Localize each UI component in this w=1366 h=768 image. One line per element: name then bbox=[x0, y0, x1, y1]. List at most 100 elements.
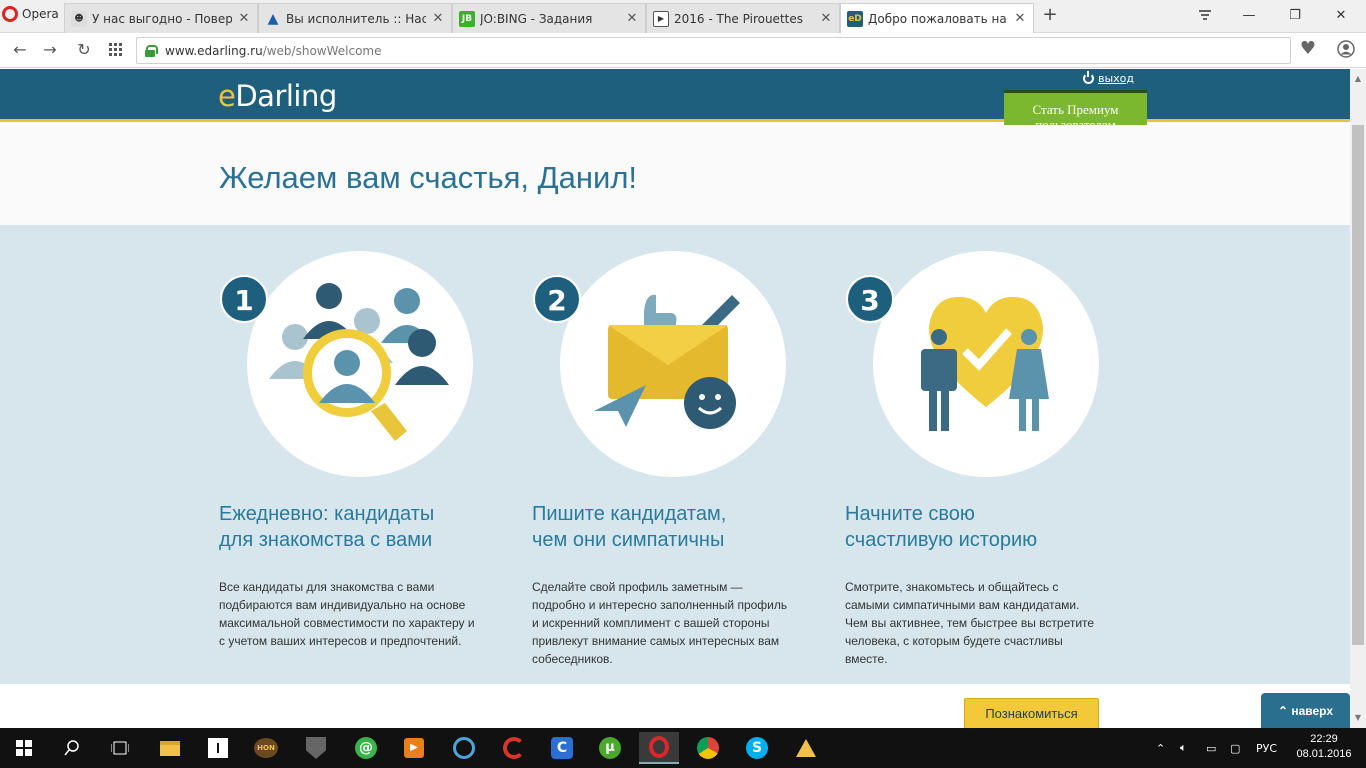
web-page: eDarling выход Стать Премиум пользовател… bbox=[0, 69, 1350, 728]
tab-title: 2016 - The Pirouettes bbox=[674, 11, 803, 26]
step-2-title: Пишите кандидатам, чем они симпатичны bbox=[532, 503, 727, 551]
close-icon[interactable]: ✕ bbox=[625, 11, 639, 26]
speed-dial-grid-icon[interactable] bbox=[104, 39, 128, 61]
power-icon bbox=[1083, 71, 1094, 84]
url-path: /web/showWelcome bbox=[262, 43, 382, 58]
step-2-text: Сделайте свой профиль заметным — подробн… bbox=[532, 580, 788, 666]
bottom-section bbox=[0, 684, 1350, 728]
new-tab-button[interactable]: + bbox=[1040, 4, 1060, 28]
welcome-section: Желаем вам счастья, Данил! bbox=[0, 125, 1350, 225]
tab-1[interactable]: ☻ У нас выгодно - Поверь в ✕ bbox=[64, 3, 258, 33]
account-icon[interactable] bbox=[1334, 38, 1358, 62]
window-close-button[interactable]: ✕ bbox=[1318, 0, 1364, 30]
tab-title: У нас выгодно - Поверь в bbox=[92, 11, 232, 26]
back-to-top-button[interactable]: ⌃ наверх bbox=[1261, 693, 1350, 728]
ccleaner-icon[interactable] bbox=[494, 732, 534, 764]
couple-heart-icon bbox=[921, 296, 1049, 431]
envelope-like-icon bbox=[594, 294, 740, 429]
lock-icon bbox=[145, 44, 158, 57]
logout-link[interactable]: выход bbox=[1083, 71, 1135, 85]
clock-time: 22:29 bbox=[1310, 733, 1338, 745]
volume-icon[interactable]: 🔈︎ bbox=[1180, 728, 1187, 768]
jobing-icon: JB bbox=[459, 10, 475, 27]
premium-line1: Стать Премиум bbox=[1032, 102, 1119, 117]
tab-menu-icon[interactable] bbox=[1182, 0, 1228, 30]
file-explorer-icon[interactable] bbox=[150, 732, 190, 764]
url-host: www.edarling.ru bbox=[165, 43, 263, 58]
back-to-top-label: наверх bbox=[1291, 704, 1334, 718]
step-3-number: 3 bbox=[846, 275, 894, 323]
chevron-up-icon: ⌃ bbox=[1277, 704, 1289, 718]
world-of-tanks-icon[interactable] bbox=[296, 732, 336, 764]
tab-2[interactable]: ▲ Вы исполнитель :: Настро ✕ bbox=[258, 3, 452, 33]
tab-4[interactable]: ▶ 2016 - The Pirouettes ✕ bbox=[646, 3, 840, 33]
browser-tab-bar: Opera ☻ У нас выгодно - Поверь в ✕ ▲ Вы … bbox=[0, 0, 1366, 33]
close-icon[interactable]: ✕ bbox=[819, 11, 833, 26]
step-3-title: Начните свою счастливую историю bbox=[845, 503, 1038, 551]
tab-title: Вы исполнитель :: Настро bbox=[286, 11, 426, 26]
network-icon[interactable]: ▭ bbox=[1206, 728, 1216, 768]
opera-logo-icon bbox=[2, 6, 18, 22]
task-view-icon[interactable] bbox=[100, 732, 140, 764]
page-scrollbar[interactable]: ▲ ▼ bbox=[1350, 69, 1366, 728]
tab-3[interactable]: JB JO:BING - Задания ✕ bbox=[452, 3, 646, 33]
heart-icon[interactable]: ♥ bbox=[1296, 38, 1320, 62]
step-1-text: Все кандидаты для знакомства с вами подб… bbox=[219, 580, 475, 648]
meet-button[interactable]: Познакомиться bbox=[964, 698, 1099, 728]
close-icon[interactable]: ✕ bbox=[1013, 11, 1027, 26]
address-field[interactable]: www.edarling.ru/web/showWelcome bbox=[136, 37, 1291, 64]
mail-agent-icon[interactable]: @ bbox=[346, 732, 386, 764]
opera-menu-label: Opera bbox=[22, 7, 59, 21]
tab-title: Добро пожаловать на eD bbox=[868, 11, 1008, 26]
forward-arrow-icon[interactable]: → bbox=[38, 39, 62, 61]
clock-date: 08.01.2016 bbox=[1296, 748, 1352, 760]
app-c-icon[interactable]: C bbox=[542, 732, 582, 764]
media-player-icon[interactable]: ▶ bbox=[394, 732, 434, 764]
skype-icon[interactable]: S bbox=[737, 732, 777, 764]
step-1-number: 1 bbox=[220, 275, 268, 323]
user-icon: ☻ bbox=[71, 10, 87, 27]
minimize-button[interactable]: — bbox=[1226, 0, 1272, 30]
step-3-text: Смотрите, знакомьтесь и общайтесь с самы… bbox=[845, 580, 1095, 666]
opera-menu-button[interactable]: Opera bbox=[0, 0, 62, 28]
step-1-illustration bbox=[247, 251, 473, 477]
steps-section: 1 Ежедневно: кандидаты для знакомства с в… bbox=[0, 225, 1350, 684]
warning-app-icon[interactable] bbox=[786, 732, 826, 764]
close-icon[interactable]: ✕ bbox=[431, 11, 445, 26]
opera-taskbar-icon[interactable] bbox=[639, 732, 679, 764]
utorrent-icon[interactable]: µ bbox=[590, 732, 630, 764]
close-icon[interactable]: ✕ bbox=[237, 11, 251, 26]
hon-game-icon[interactable]: HON bbox=[246, 732, 286, 764]
tab-5-active[interactable]: eD Добро пожаловать на eD ✕ bbox=[840, 3, 1034, 33]
windows-taskbar: HON @ ▶ C µ S ⌃ 🔈︎ ▭ ▢ РУС 22:29 08.01.2… bbox=[0, 728, 1366, 768]
scrollbar-thumb[interactable] bbox=[1352, 125, 1364, 645]
maximize-button[interactable]: ❐ bbox=[1272, 0, 1318, 30]
network-tool-icon[interactable] bbox=[444, 732, 484, 764]
address-toolbar: ← → ↻ www.edarling.ru/web/showWelcome bbox=[0, 33, 1366, 68]
back-arrow-icon[interactable]: ← bbox=[8, 39, 32, 61]
step-2-number: 2 bbox=[533, 275, 581, 323]
show-hidden-icons-icon[interactable]: ⌃ bbox=[1156, 728, 1165, 768]
edarling-logo[interactable]: eDarling bbox=[218, 79, 337, 113]
play-icon: ▶ bbox=[653, 10, 669, 27]
chrome-icon[interactable] bbox=[688, 732, 728, 764]
welcome-title: Желаем вам счастья, Данил! bbox=[219, 160, 638, 195]
windows-start-icon[interactable] bbox=[4, 732, 44, 764]
reload-icon[interactable]: ↻ bbox=[72, 39, 96, 61]
logout-label: выход bbox=[1098, 72, 1135, 85]
step-2-illustration bbox=[560, 251, 786, 477]
step-3-illustration bbox=[873, 251, 1099, 477]
tab-title: JO:BING - Задания bbox=[480, 11, 593, 26]
step-1-title: Ежедневно: кандидаты для знакомства с вам… bbox=[219, 503, 435, 551]
language-indicator[interactable]: РУС bbox=[1256, 728, 1277, 768]
scroll-up-icon[interactable]: ▲ bbox=[1350, 71, 1366, 87]
triangle-icon: ▲ bbox=[267, 10, 279, 27]
search-icon[interactable] bbox=[52, 732, 92, 764]
edarling-icon: eD bbox=[847, 10, 863, 27]
scroll-down-icon[interactable]: ▼ bbox=[1350, 710, 1366, 726]
people-search-icon bbox=[269, 283, 449, 441]
message-icon[interactable]: ▢ bbox=[1230, 728, 1240, 768]
taskbar-clock[interactable]: 22:29 08.01.2016 bbox=[1294, 732, 1354, 762]
site-header: eDarling выход bbox=[0, 69, 1350, 122]
store-icon[interactable] bbox=[198, 732, 238, 764]
